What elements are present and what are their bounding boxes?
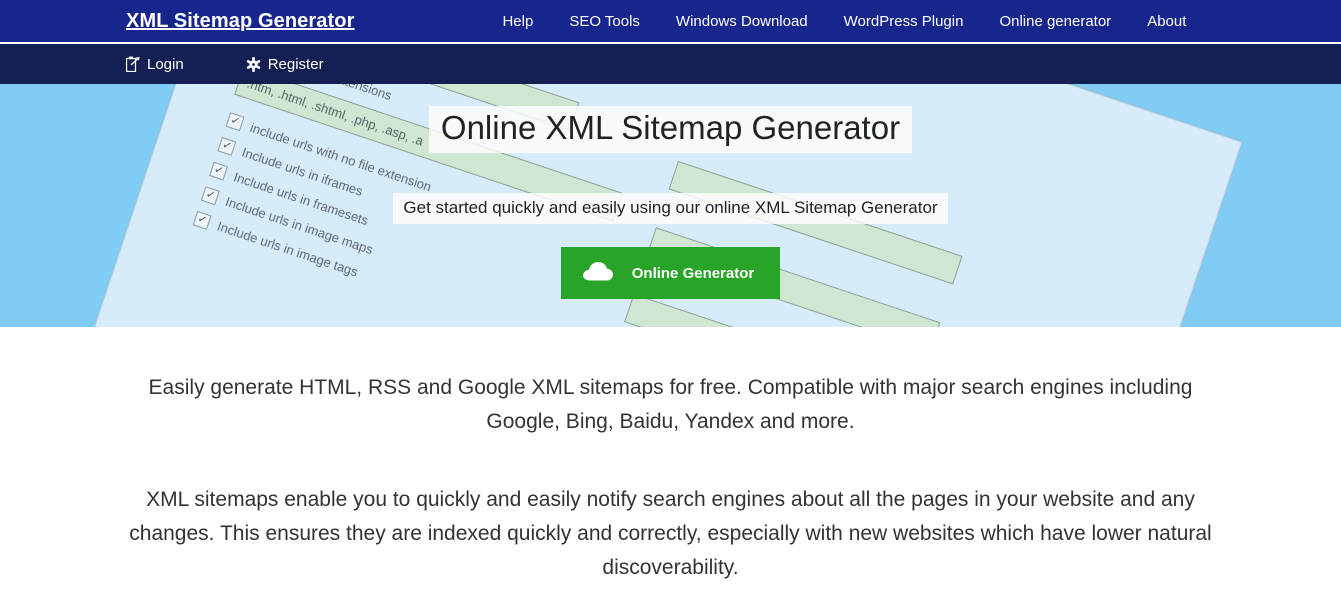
hero-title: Online XML Sitemap Generator [428, 106, 913, 153]
brand-title[interactable]: XML Sitemap Generator [126, 10, 354, 33]
nav-item-seo-tools[interactable]: SEO Tools [551, 13, 658, 30]
intro-paragraph-1: Easily generate HTML, RSS and Google XML… [148, 376, 1193, 433]
main-content: Easily generate HTML, RSS and Google XML… [0, 327, 1341, 585]
intro-paragraph-2: XML sitemaps enable you to quickly and e… [129, 488, 1212, 579]
register-link[interactable]: Register [246, 56, 324, 73]
top-navigation-bar: XML Sitemap Generator Help SEO Tools Win… [0, 0, 1341, 44]
gear-icon [246, 56, 261, 72]
nav-item-about[interactable]: About [1129, 13, 1204, 30]
register-label: Register [267, 55, 324, 73]
hero-banner: Website address https://XmlSitemapGener … [0, 84, 1341, 327]
online-generator-button-label: Online Generator [631, 264, 755, 282]
primary-nav: Help SEO Tools Windows Download WordPres… [484, 13, 1204, 30]
nav-item-wordpress-plugin[interactable]: WordPress Plugin [826, 13, 982, 30]
cloud-icon [582, 261, 613, 285]
sign-in-icon [126, 56, 140, 72]
login-link[interactable]: Login [126, 56, 184, 73]
login-label: Login [147, 55, 184, 73]
online-generator-button[interactable]: Online Generator [560, 247, 781, 300]
hero-subtitle: Get started quickly and easily using our… [393, 193, 948, 225]
nav-item-online-generator[interactable]: Online generator [981, 13, 1129, 30]
nav-item-help[interactable]: Help [484, 13, 551, 30]
nav-item-windows-download[interactable]: Windows Download [658, 13, 826, 30]
secondary-navigation-bar: Login Register [0, 44, 1341, 84]
hero-content: Online XML Sitemap Generator Get started… [0, 84, 1341, 327]
